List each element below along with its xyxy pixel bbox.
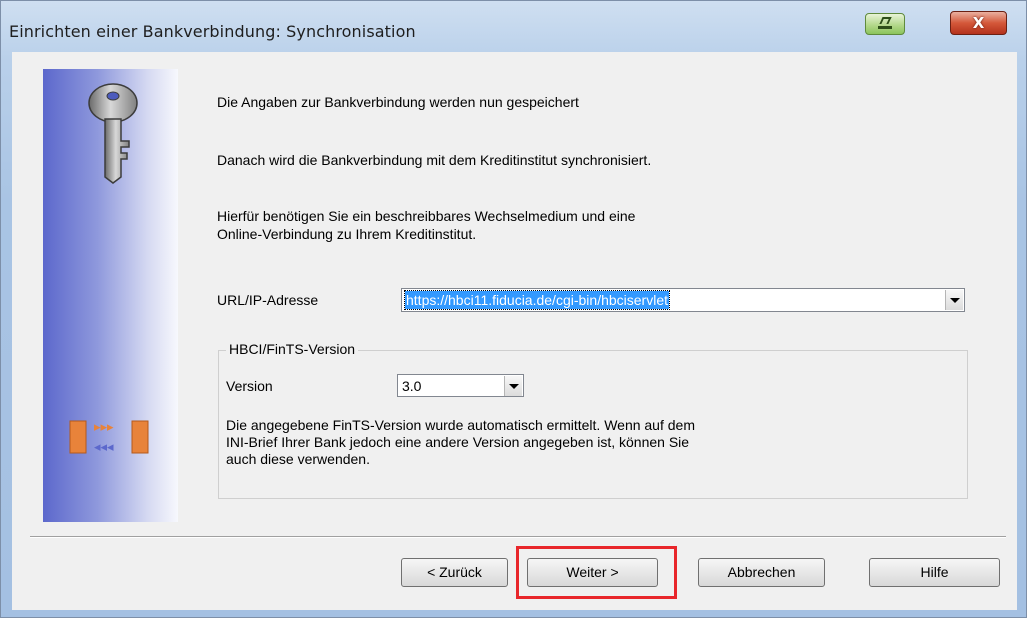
info-text-requirements-2: Online-Verbindung zu Ihrem Kreditinstitu… xyxy=(217,226,477,242)
back-button[interactable]: < Zurück xyxy=(401,558,508,587)
version-combobox[interactable]: 3.0 xyxy=(397,374,524,397)
url-label: URL/IP-Adresse xyxy=(217,292,319,308)
version-value: 3.0 xyxy=(402,378,422,394)
sync-arrows-icon: ▸▸▸ ◂◂◂ xyxy=(69,420,149,455)
chevron-down-icon xyxy=(508,383,519,389)
cancel-button[interactable]: Abbrechen xyxy=(698,558,825,587)
info-text-requirements-1: Hierfür benötigen Sie ein beschreibbares… xyxy=(217,208,636,224)
minimize-icon xyxy=(879,17,892,24)
button-separator xyxy=(30,536,1006,538)
close-icon: X xyxy=(972,14,985,32)
next-button-highlight xyxy=(516,546,677,599)
url-value: https://hbci11.fiducia.de/cgi-bin/hbcise… xyxy=(404,290,670,310)
close-button[interactable]: X xyxy=(950,11,1007,35)
svg-text:▸▸▸: ▸▸▸ xyxy=(94,420,114,435)
version-info-line-3: auch diese verwenden. xyxy=(226,451,370,467)
dialog-client-area: ▸▸▸ ◂◂◂ Die Angaben zur Bankverbindung w… xyxy=(12,52,1017,610)
version-label: Version xyxy=(226,378,273,394)
help-button[interactable]: Hilfe xyxy=(869,558,1000,587)
svg-text:◂◂◂: ◂◂◂ xyxy=(94,440,114,455)
version-dropdown-button[interactable] xyxy=(504,376,522,396)
version-info-line-2: INI-Brief Ihrer Bank jedoch eine andere … xyxy=(226,434,690,450)
dialog-window: Einrichten einer Bankverbindung: Synchro… xyxy=(0,0,1027,618)
url-combobox[interactable]: https://hbci11.fiducia.de/cgi-bin/hbcise… xyxy=(401,288,965,312)
fints-version-group-title: HBCI/FinTS-Version xyxy=(226,341,359,358)
info-text-sync: Danach wird die Bankverbindung mit dem K… xyxy=(217,152,652,168)
info-text-save: Die Angaben zur Bankverbindung werden nu… xyxy=(217,94,579,110)
version-info-line-1: Die angegebene FinTS-Version wurde autom… xyxy=(226,417,695,433)
key-icon xyxy=(88,83,138,184)
window-title: Einrichten einer Bankverbindung: Synchro… xyxy=(9,22,416,41)
wizard-side-panel: ▸▸▸ ◂◂◂ xyxy=(43,69,178,522)
chevron-down-icon xyxy=(949,297,960,303)
minimize-button[interactable] xyxy=(865,13,905,35)
url-dropdown-button[interactable] xyxy=(945,290,963,310)
title-bar[interactable]: Einrichten einer Bankverbindung: Synchro… xyxy=(1,1,1026,53)
